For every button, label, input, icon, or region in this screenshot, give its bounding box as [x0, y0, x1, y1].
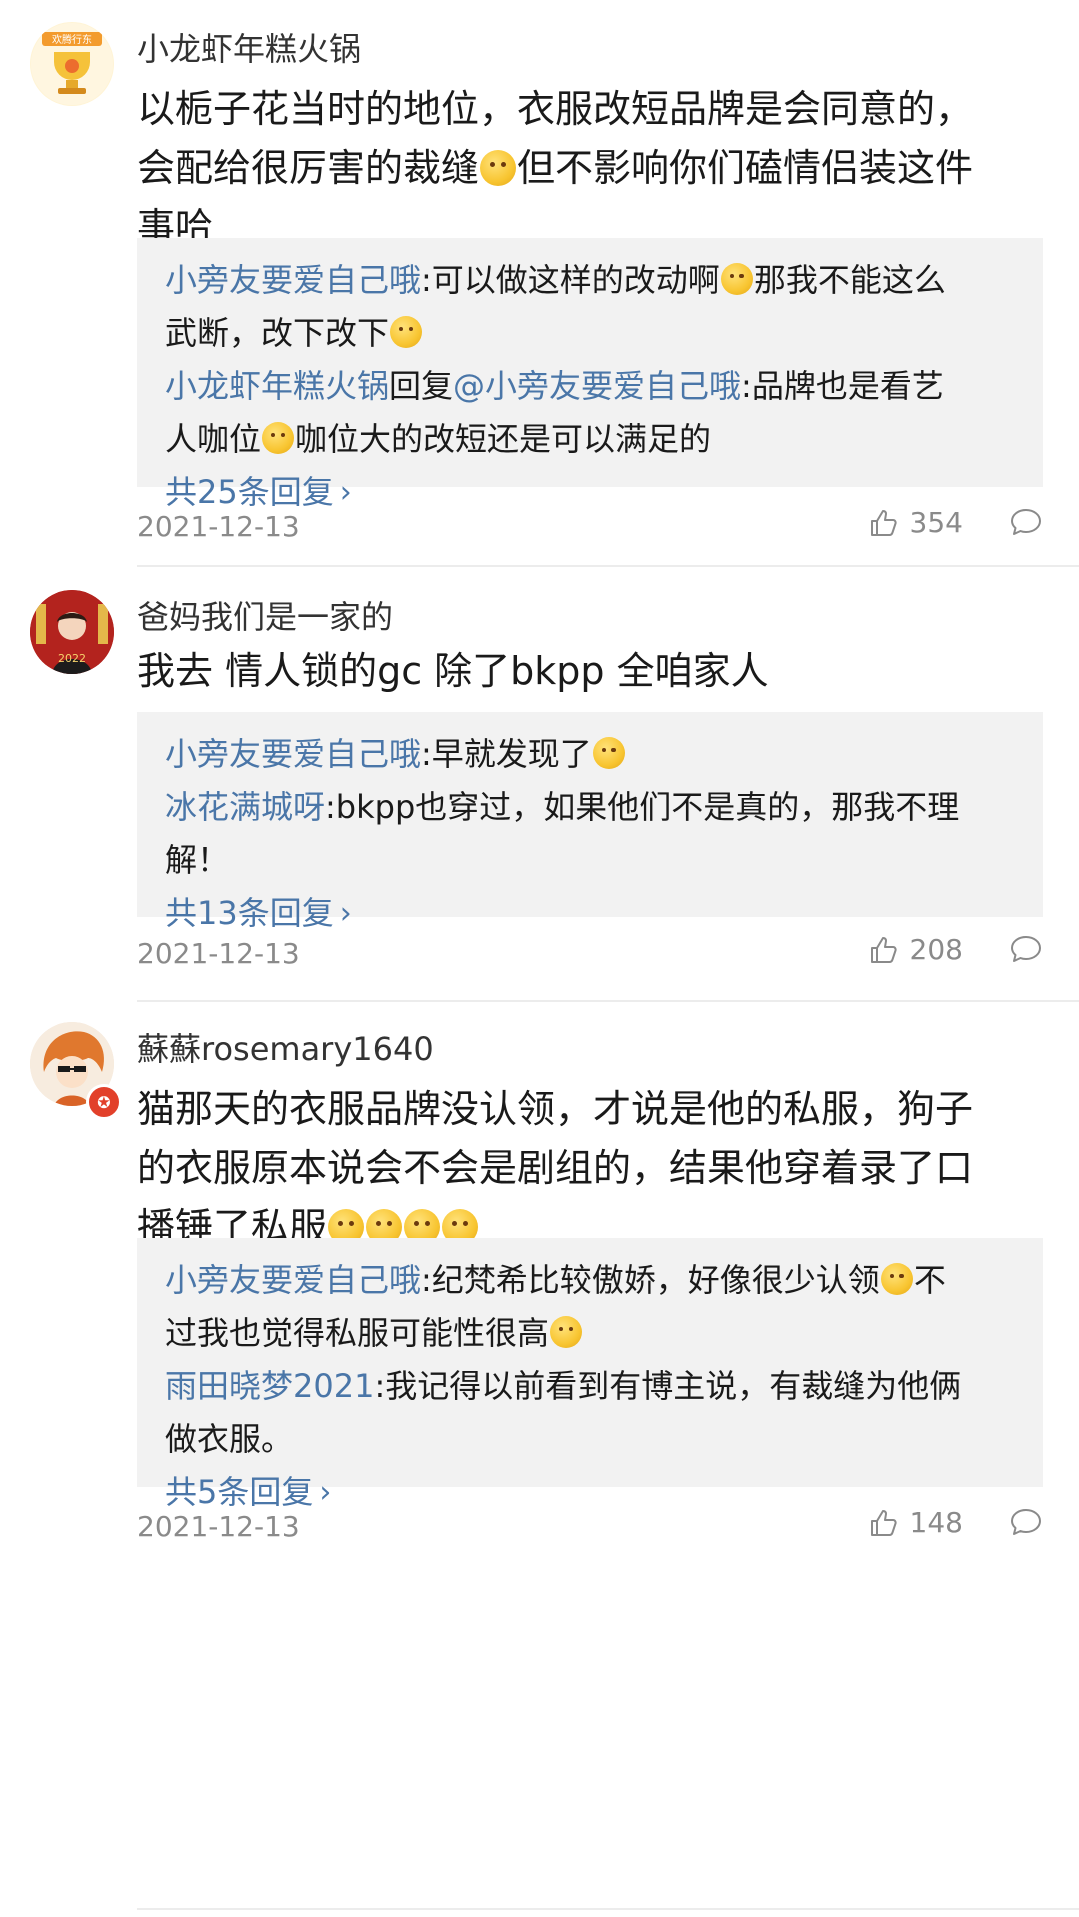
reply-author[interactable]: 小旁友要爱自己哦: [165, 1261, 421, 1299]
portrait-avatar-icon: 2022: [30, 590, 114, 674]
avatar[interactable]: 欢腾行东: [30, 22, 114, 106]
divider: [137, 1908, 1079, 1910]
chevron-right-icon: ›: [319, 1474, 332, 1510]
crying-laughing-emoji-icon: [592, 737, 625, 769]
reply-line: 武断，改下改下: [165, 307, 1015, 360]
like-count: 208: [909, 933, 963, 966]
reply-author[interactable]: 小旁友要爱自己哦: [165, 261, 421, 299]
thinking-emoji-icon: [262, 422, 295, 454]
surprised-emoji-icon: [720, 263, 753, 295]
username[interactable]: 小龙虾年糕火锅: [137, 24, 361, 70]
comment-date: 2021-12-13: [137, 937, 300, 970]
comment-text-line: 猫那天的衣服品牌没认领，才说是他的私服，狗子: [137, 1087, 974, 1131]
like-button[interactable]: 208: [868, 933, 963, 966]
reply-author[interactable]: 小旁友要爱自己哦: [165, 735, 421, 773]
comment-text: 猫那天的衣服品牌没认领，才说是他的私服，狗子 的衣服原本说会不会是剧组的，结果他…: [137, 1080, 1037, 1257]
chevron-right-icon: ›: [339, 895, 352, 931]
comment-bubble-icon: [1011, 509, 1041, 535]
comment-date: 2021-12-13: [137, 1510, 300, 1543]
comment-footer: 2021-12-13 148: [137, 1506, 1043, 1550]
avatar[interactable]: 2022: [30, 590, 114, 674]
reply-mention[interactable]: @小旁友要爱自己哦: [453, 367, 741, 405]
like-button[interactable]: 148: [868, 1506, 963, 1539]
comment-button[interactable]: [1009, 506, 1043, 545]
like-count: 148: [909, 1506, 963, 1539]
username[interactable]: 蘇蘇rosemary1640: [137, 1024, 434, 1070]
reply-preview-box[interactable]: 小旁友要爱自己哦:早就发现了 冰花满城呀:bkpp也穿过，如果他们不是真的，那我…: [137, 712, 1043, 932]
comment-text-line: 以栀子花当时的地位，衣服改短品牌是会同意的，: [137, 87, 974, 131]
reply-preview-box[interactable]: 小旁友要爱自己哦:可以做这样的改动啊 那我不能这么 武断，改下改下 小龙虾年糕火锅…: [137, 238, 1043, 511]
comment-footer: 2021-12-13 208: [137, 933, 1043, 977]
comment-bubble-icon: [1011, 1509, 1041, 1535]
reply-author[interactable]: 雨田晓梦2021: [165, 1367, 374, 1405]
reply-line: 小旁友要爱自己哦:可以做这样的改动啊 那我不能这么: [165, 261, 946, 299]
username[interactable]: 爸妈我们是一家的: [137, 592, 393, 638]
grinning-emoji-icon: [550, 1316, 583, 1348]
reply-line: 小龙虾年糕火锅回复@小旁友要爱自己哦:品牌也是看艺: [165, 367, 944, 405]
comment-button[interactable]: [1009, 933, 1043, 972]
reply-line: 人咖位 咖位大的改短还是可以满足的: [165, 420, 712, 458]
reply-preview-box[interactable]: 小旁友要爱自己哦:纪梵希比较傲娇，好像很少认领不 过我也觉得私服可能性很高 雨田…: [137, 1238, 1043, 1511]
thumbs-up-icon: [870, 1509, 897, 1536]
comment-footer: 2021-12-13 354: [137, 506, 1043, 550]
reply-line: 做衣服。: [165, 1420, 294, 1458]
comment-text-line: 我去 情人锁的gc 除了bkpp 全咱家人: [137, 649, 769, 693]
thinking-emoji-icon: [480, 150, 517, 186]
reply-line: 过我也觉得私服可能性很高: [165, 1307, 1015, 1360]
comment-text: 我去 情人锁的gc 除了bkpp 全咱家人: [137, 642, 1037, 701]
laughing-emoji-icon: [880, 1263, 913, 1295]
svg-text:2022: 2022: [58, 652, 86, 665]
comment-button[interactable]: [1009, 1506, 1043, 1545]
verified-badge-icon: ✪: [86, 1084, 122, 1120]
like-count: 354: [909, 506, 963, 539]
like-button[interactable]: 354: [868, 506, 963, 539]
comment-text-line: 的衣服原本说会不会是剧组的，结果他穿着录了口: [137, 1146, 974, 1190]
chevron-right-icon: ›: [339, 474, 352, 510]
reply-line: 冰花满城呀:bkpp也穿过，如果他们不是真的，那我不理: [165, 788, 960, 826]
divider: [137, 565, 1079, 567]
laughing-emoji-icon: [390, 316, 423, 348]
divider: [137, 1000, 1079, 1002]
reply-line: 小旁友要爱自己哦:纪梵希比较傲娇，好像很少认领不: [165, 1261, 946, 1299]
trophy-avatar-icon: 欢腾行东: [31, 23, 113, 105]
reply-line: 雨田晓梦2021:我记得以前看到有博主说，有裁缝为他俩: [165, 1367, 962, 1405]
reply-line: 小旁友要爱自己哦:早就发现了: [165, 728, 1015, 781]
comment-date: 2021-12-13: [137, 510, 300, 543]
comment-text: 以栀子花当时的地位，衣服改短品牌是会同意的， 会配给很厉害的裁缝 但不影响你们磕情…: [137, 80, 1037, 257]
svg-text:欢腾行东: 欢腾行东: [52, 33, 92, 46]
comment-text-line: 会配给很厉害的裁缝 但不影响你们磕情侣装这件: [137, 146, 974, 190]
reply-author[interactable]: 冰花满城呀: [165, 788, 325, 826]
thumbs-up-icon: [870, 936, 897, 963]
reply-line: 解！: [165, 841, 230, 879]
reply-author[interactable]: 小龙虾年糕火锅: [165, 367, 389, 405]
comment-bubble-icon: [1011, 936, 1041, 962]
thumbs-up-icon: [870, 509, 897, 536]
